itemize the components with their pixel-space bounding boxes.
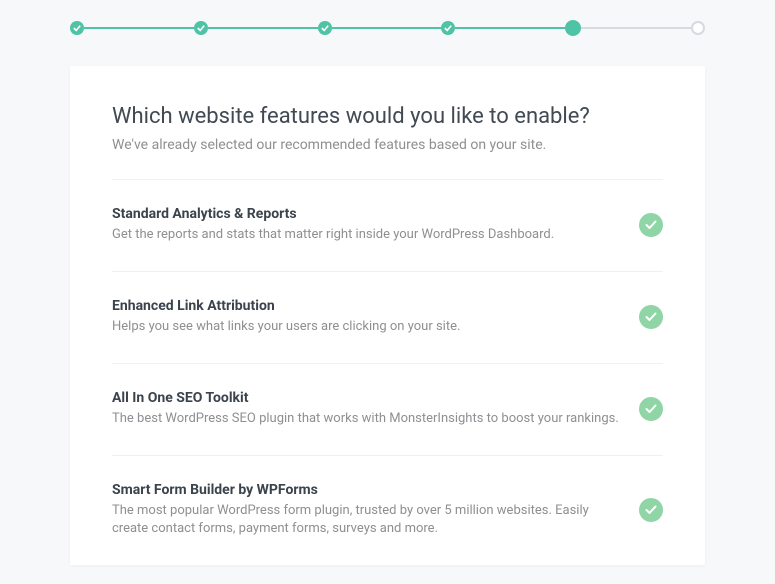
checkmark-icon xyxy=(444,24,452,32)
progress-step-1 xyxy=(70,21,84,35)
features-card: Which website features would you like to… xyxy=(70,66,705,565)
setup-progress-bar xyxy=(0,0,775,36)
feature-text: All In One SEO Toolkit The best WordPres… xyxy=(112,390,639,429)
page-subheading: We've already selected our recommended f… xyxy=(112,137,663,153)
checkmark-icon xyxy=(197,24,205,32)
feature-row-link-attribution[interactable]: Enhanced Link Attribution Helps you see … xyxy=(112,272,663,364)
progress-step-5-current xyxy=(565,20,581,36)
feature-row-seo-toolkit[interactable]: All In One SEO Toolkit The best WordPres… xyxy=(112,364,663,456)
checkmark-icon xyxy=(73,24,81,32)
feature-title: Enhanced Link Attribution xyxy=(112,298,619,314)
feature-description: Helps you see what links your users are … xyxy=(112,318,619,337)
feature-row-form-builder[interactable]: Smart Form Builder by WPForms The most p… xyxy=(112,456,663,566)
checkmark-icon xyxy=(645,219,657,231)
progress-segment xyxy=(84,27,194,29)
feature-toggle-seo-toolkit[interactable] xyxy=(639,397,663,421)
page-heading: Which website features would you like to… xyxy=(112,104,663,129)
progress-step-4 xyxy=(441,21,455,35)
feature-title: Smart Form Builder by WPForms xyxy=(112,482,619,498)
feature-toggle-analytics[interactable] xyxy=(639,213,663,237)
progress-segment xyxy=(332,27,442,29)
feature-title: Standard Analytics & Reports xyxy=(112,206,619,222)
progress-step-3 xyxy=(318,21,332,35)
feature-title: All In One SEO Toolkit xyxy=(112,390,619,406)
feature-text: Enhanced Link Attribution Helps you see … xyxy=(112,298,639,337)
progress-segment xyxy=(581,27,691,29)
checkmark-icon xyxy=(645,311,657,323)
progress-segment xyxy=(208,27,318,29)
progress-segment xyxy=(455,27,565,29)
checkmark-icon xyxy=(645,403,657,415)
progress-step-6 xyxy=(691,21,705,35)
feature-toggle-link-attribution[interactable] xyxy=(639,305,663,329)
checkmark-icon xyxy=(645,504,657,516)
feature-toggle-form-builder[interactable] xyxy=(639,498,663,522)
feature-description: Get the reports and stats that matter ri… xyxy=(112,226,619,245)
feature-row-analytics[interactable]: Standard Analytics & Reports Get the rep… xyxy=(112,180,663,272)
progress-step-2 xyxy=(194,21,208,35)
feature-description: The most popular WordPress form plugin, … xyxy=(112,502,619,540)
feature-text: Smart Form Builder by WPForms The most p… xyxy=(112,482,639,540)
feature-text: Standard Analytics & Reports Get the rep… xyxy=(112,206,639,245)
feature-description: The best WordPress SEO plugin that works… xyxy=(112,410,619,429)
checkmark-icon xyxy=(321,24,329,32)
